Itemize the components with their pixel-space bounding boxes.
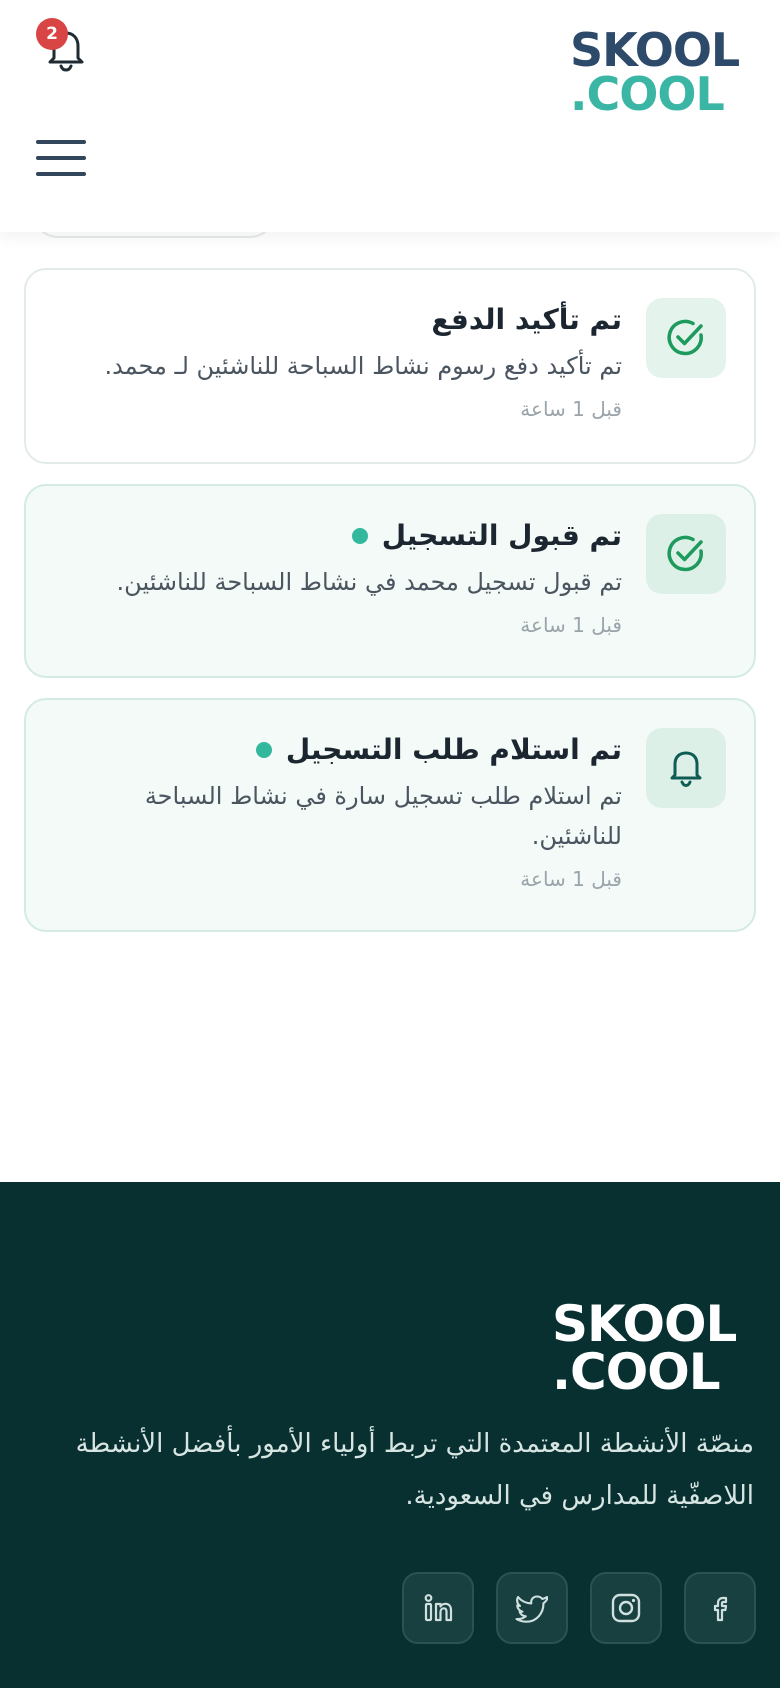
- footer-logo-line-2: .COOL: [552, 1343, 721, 1401]
- footer-logo-line-1: SKOOL: [552, 1295, 737, 1353]
- notification-card[interactable]: تم تأكيد الدفع تم تأكيد دفع رسوم نشاط ال…: [24, 268, 756, 464]
- linkedin-icon: [424, 1594, 453, 1622]
- notification-time: قبل 1 ساعة: [520, 397, 622, 421]
- notification-time: قبل 1 ساعة: [520, 867, 622, 891]
- app-header: SKOOL .COOL 2: [0, 0, 780, 232]
- twitter-link[interactable]: [496, 1572, 568, 1644]
- bell-icon: [646, 728, 726, 808]
- notification-title: تم تأكيد الدفع: [431, 303, 622, 336]
- unread-dot: [351, 528, 368, 544]
- instagram-link[interactable]: [590, 1572, 662, 1644]
- linkedin-link[interactable]: [402, 1572, 474, 1644]
- notification-title: تم استلام طلب التسجيل: [82, 730, 622, 770]
- instagram-icon: [611, 1593, 641, 1623]
- notification-count-badge: 2: [36, 18, 68, 50]
- check-circle-icon: [646, 298, 726, 378]
- notification-card-unread[interactable]: تم قبول التسجيل تم قبول تسجيل محمد في نش…: [24, 484, 756, 678]
- notification-description: تم استلام طلب تسجيل سارة في نشاط السباحة…: [144, 782, 622, 850]
- facebook-link[interactable]: [684, 1572, 756, 1644]
- social-links: [402, 1572, 756, 1644]
- check-circle-icon: [646, 514, 726, 594]
- unread-dot: [255, 742, 272, 758]
- notification-card-unread[interactable]: تم استلام طلب التسجيل تم استلام طلب تسجي…: [24, 698, 756, 932]
- footer-logo[interactable]: SKOOL .COOL: [552, 1295, 752, 1401]
- logo-line-1: SKOOL: [570, 23, 740, 77]
- notification-time: قبل 1 ساعة: [520, 613, 622, 637]
- site-footer: SKOOL .COOL منصّة الأنشطة المعتمدة التي …: [0, 1182, 780, 1688]
- twitter-icon: [515, 1595, 549, 1623]
- notification-title: تم قبول التسجيل: [82, 516, 622, 556]
- logo-line-2: .COOL: [570, 67, 725, 121]
- footer-tagline: منصّة الأنشطة المعتمدة التي تربط أولياء …: [75, 1429, 754, 1511]
- notification-description: تم قبول تسجيل محمد في نشاط السباحة للناش…: [116, 568, 622, 596]
- skoolcool-logo[interactable]: SKOOL .COOL: [570, 23, 750, 121]
- hamburger-menu-button[interactable]: [36, 140, 88, 178]
- facebook-icon: [713, 1596, 728, 1622]
- notifications-button[interactable]: 2: [36, 18, 96, 74]
- notification-description: تم تأكيد دفع رسوم نشاط السباحة للناشئين …: [104, 352, 622, 380]
